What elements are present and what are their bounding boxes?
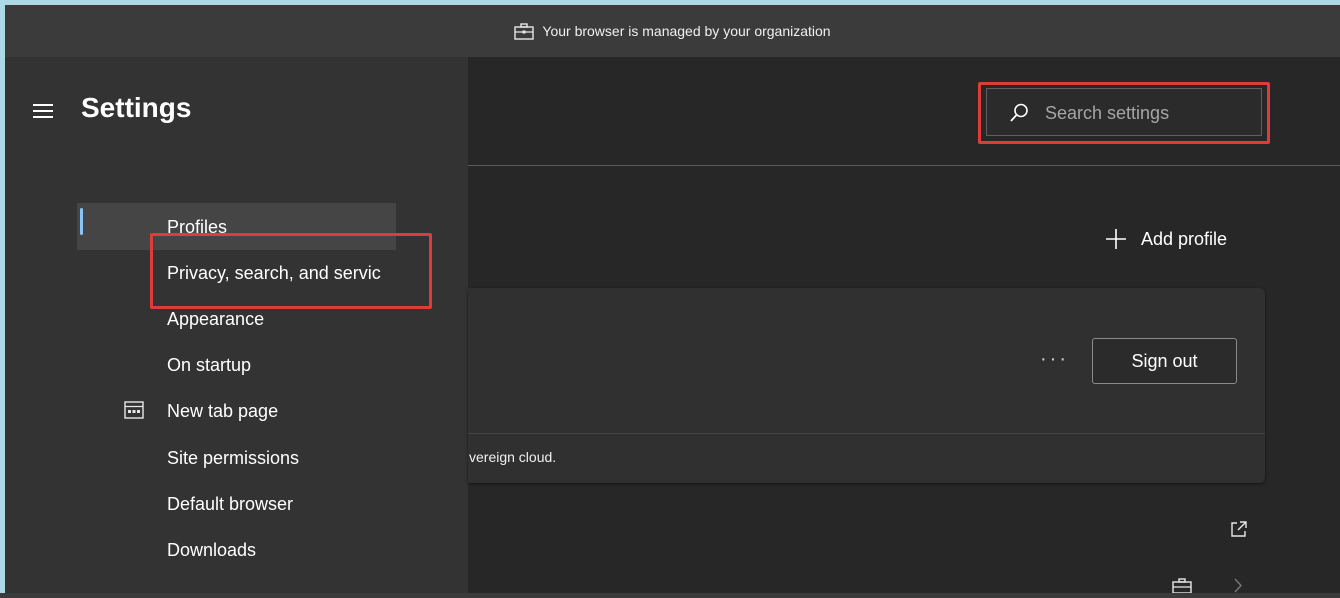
- plus-icon: [1106, 229, 1126, 249]
- sidebar-item-new-tab-page[interactable]: New tab page: [167, 401, 278, 422]
- external-link-icon[interactable]: [1230, 520, 1248, 543]
- new-tab-page-icon: [124, 401, 144, 424]
- chevron-right-icon[interactable]: [1233, 578, 1243, 598]
- profile-card: [468, 288, 1265, 483]
- sidebar-item-on-startup[interactable]: On startup: [167, 355, 251, 376]
- card-divider: [468, 433, 1265, 434]
- managed-briefcase-icon: [1172, 578, 1192, 598]
- managed-banner: Your browser is managed by your organiza…: [5, 5, 1340, 57]
- sidebar-item-downloads[interactable]: Downloads: [167, 540, 256, 561]
- managed-banner-text: Your browser is managed by your organiza…: [542, 23, 831, 39]
- sidebar-item-appearance[interactable]: Appearance: [167, 309, 264, 330]
- more-options-button[interactable]: ···: [1040, 348, 1069, 371]
- add-profile-label: Add profile: [1141, 228, 1228, 249]
- sign-out-button[interactable]: Sign out: [1092, 338, 1237, 384]
- header-divider: [468, 165, 1340, 166]
- sidebar-item-default-browser[interactable]: Default browser: [167, 494, 293, 515]
- search-highlight-annotation: [978, 82, 1270, 144]
- active-indicator: [80, 208, 83, 235]
- privacy-highlight-annotation: [150, 233, 432, 309]
- profile-card-message: vereign cloud.: [469, 449, 557, 465]
- sidebar-item-site-permissions[interactable]: Site permissions: [167, 448, 299, 469]
- page-title: Settings: [81, 92, 192, 123]
- briefcase-icon: [514, 22, 535, 40]
- add-profile-button[interactable]: Add profile: [1105, 228, 1227, 250]
- hamburger-menu-icon[interactable]: [33, 103, 55, 119]
